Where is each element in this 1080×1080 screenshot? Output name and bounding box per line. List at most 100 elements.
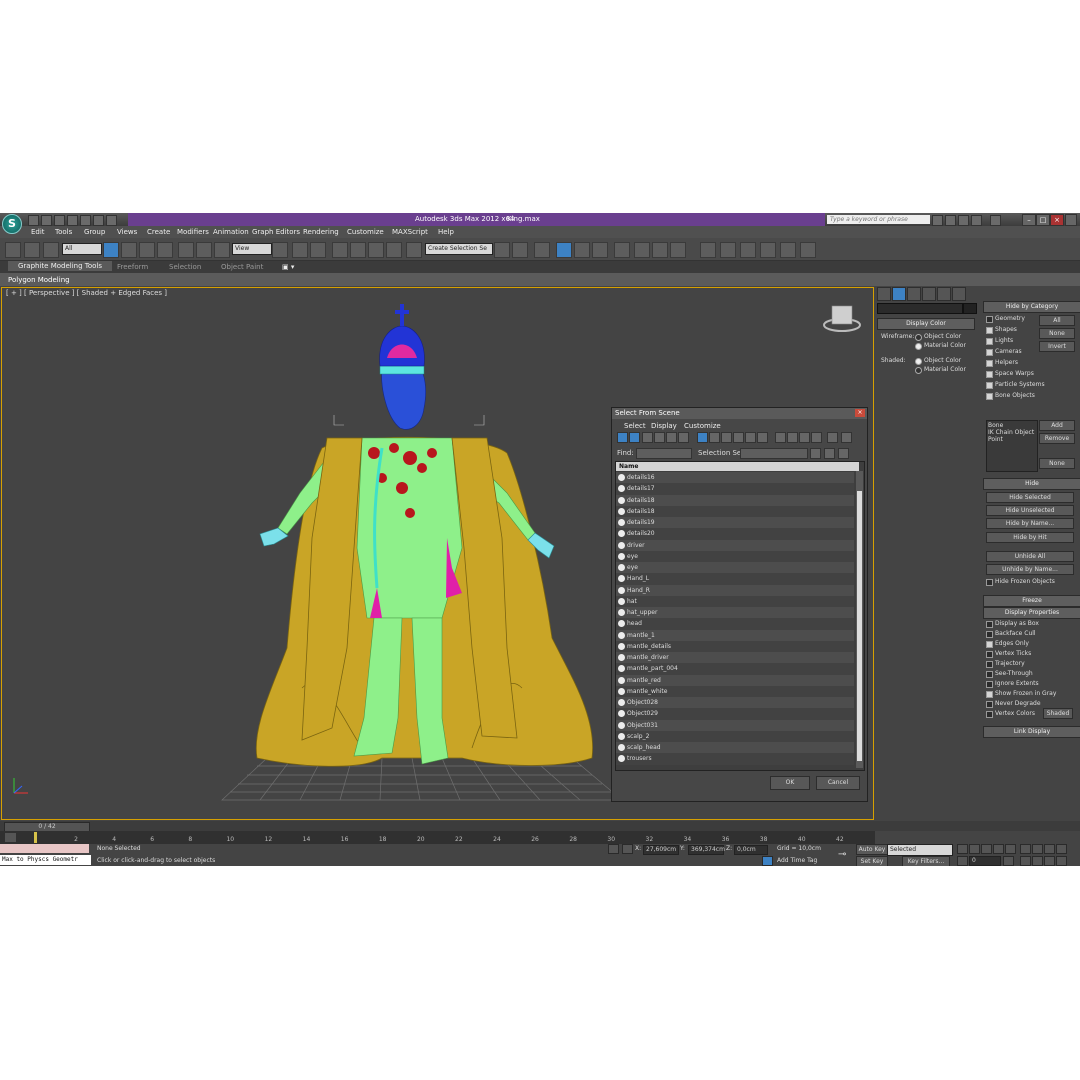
display-property-checkbox[interactable] [986, 691, 993, 698]
new-file-icon[interactable] [28, 215, 39, 226]
selection-filter-dropdown[interactable]: All [62, 243, 102, 255]
selection-set-add-icon[interactable] [824, 448, 835, 459]
favorites-icon[interactable] [971, 215, 982, 226]
auto-key-button[interactable]: Auto Key [856, 844, 888, 855]
time-slider[interactable]: 0 / 42 [0, 821, 1080, 832]
orbit-icon[interactable] [1044, 856, 1055, 866]
list-item[interactable]: scalp_head [616, 742, 854, 754]
subscription-icon[interactable] [945, 215, 956, 226]
maxscript-output[interactable]: Max to Physcs Geometr [0, 855, 91, 865]
category-checkbox[interactable] [986, 338, 993, 345]
list-item[interactable]: Hand_R [616, 584, 854, 596]
workspace-icon[interactable] [106, 215, 117, 226]
display-property-checkbox[interactable] [986, 621, 993, 628]
list-item[interactable]: mantle_white [616, 685, 854, 697]
list-item[interactable]: hat_upper [616, 607, 854, 619]
zoom-extents-all-icon[interactable] [1056, 844, 1067, 854]
list-item[interactable]: hat [616, 595, 854, 607]
dialog-menu-customize[interactable]: Customize [684, 422, 721, 430]
unhide-by-name-button[interactable]: Unhide by Name... [986, 564, 1074, 575]
list-item[interactable]: head [616, 618, 854, 630]
physx-icon-2[interactable] [720, 242, 736, 258]
physx-icon-4[interactable] [760, 242, 776, 258]
object-color-swatch[interactable] [963, 303, 977, 314]
menu-customize[interactable]: Customize [347, 228, 384, 236]
list-item[interactable]: Object028 [616, 697, 854, 709]
display-tab-icon[interactable] [937, 287, 951, 301]
list-item[interactable]: Object031 [616, 719, 854, 731]
hierarchy-tab-icon[interactable] [907, 287, 921, 301]
lock-selection-icon[interactable] [608, 844, 619, 854]
list-item[interactable]: mantle_driver [616, 652, 854, 664]
create-tab-icon[interactable] [877, 287, 891, 301]
previous-frame-icon[interactable] [969, 844, 980, 854]
category-none-list-button[interactable]: None [1039, 458, 1075, 469]
zoom-icon[interactable] [1020, 844, 1031, 854]
category-checkbox[interactable] [986, 316, 993, 323]
menu-create[interactable]: Create [147, 228, 170, 236]
pan-icon[interactable] [1032, 856, 1043, 866]
snap-toggle-icon[interactable] [332, 242, 348, 258]
list-item[interactable]: Object029 [616, 708, 854, 720]
display-xrefs-icon[interactable] [709, 432, 720, 443]
ok-button[interactable]: OK [770, 776, 810, 790]
key-filter-set-dropdown[interactable]: Selected [887, 844, 953, 856]
keyboard-shortcut-icon[interactable] [310, 242, 326, 258]
list-item[interactable]: Hand_L [616, 573, 854, 585]
display-lights-icon[interactable] [642, 432, 653, 443]
physx-icon-5[interactable] [780, 242, 796, 258]
display-property-checkbox[interactable] [986, 671, 993, 678]
align-icon[interactable] [512, 242, 528, 258]
display-frozen-icon[interactable] [745, 432, 756, 443]
bone-filter-item[interactable]: Point [988, 436, 1036, 443]
hide-selected-button[interactable]: Hide Selected [986, 492, 1074, 503]
maximize-button[interactable]: □ [1036, 214, 1050, 226]
display-cameras-icon[interactable] [654, 432, 665, 443]
category-checkbox[interactable] [986, 382, 993, 389]
display-geometry-icon[interactable] [617, 432, 628, 443]
schematic-view-icon[interactable] [592, 242, 608, 258]
minimize-button[interactable]: – [1022, 214, 1036, 226]
dialog-title-bar[interactable]: Select From Scene × [612, 408, 867, 419]
z-coordinate-field[interactable]: 0,0cm [734, 845, 768, 855]
next-frame-icon[interactable] [993, 844, 1004, 854]
menu-help[interactable]: Help [438, 228, 454, 236]
link-icon[interactable] [5, 242, 21, 258]
render-setup-icon[interactable] [634, 242, 650, 258]
display-property-checkbox[interactable] [986, 631, 993, 638]
edit-named-selection-icon[interactable] [406, 242, 422, 258]
selection-set-remove-icon[interactable] [838, 448, 849, 459]
menu-group[interactable]: Group [84, 228, 105, 236]
list-item[interactable]: mantle_details [616, 640, 854, 652]
hide-by-name-button[interactable]: Hide by Name... [986, 518, 1074, 529]
pivot-center-icon[interactable] [272, 242, 288, 258]
bind-spacewarp-icon[interactable] [43, 242, 59, 258]
category-add-button[interactable]: Add [1039, 420, 1075, 431]
goto-start-icon[interactable] [957, 844, 968, 854]
spinner-snap-icon[interactable] [386, 242, 402, 258]
display-groups-icon[interactable] [697, 432, 708, 443]
rollout-link-display[interactable]: Link Display [983, 726, 1080, 738]
select-object-icon[interactable] [103, 242, 119, 258]
list-item[interactable]: mantle_part_004 [616, 663, 854, 675]
move-icon[interactable] [178, 242, 194, 258]
time-config-icon[interactable] [1003, 856, 1014, 866]
display-property-checkbox[interactable] [986, 701, 993, 708]
undo-icon[interactable] [67, 215, 78, 226]
select-manipulate-icon[interactable] [292, 242, 308, 258]
category-none-button[interactable]: None [1039, 328, 1075, 339]
object-name-input[interactable] [877, 303, 963, 314]
shaded-material-color-radio[interactable] [915, 367, 922, 374]
list-item[interactable]: mantle_red [616, 674, 854, 686]
menu-views[interactable]: Views [117, 228, 137, 236]
dialog-close-icon[interactable]: × [855, 409, 865, 417]
list-item[interactable]: details16 [616, 472, 854, 484]
ribbon-options-icon[interactable]: ▣ ▾ [282, 263, 294, 271]
tab-object-paint[interactable]: Object Paint [221, 263, 263, 271]
dialog-menu-display[interactable]: Display [651, 422, 677, 430]
category-remove-button[interactable]: Remove [1039, 433, 1075, 444]
category-invert-button[interactable]: Invert [1039, 341, 1075, 352]
cancel-button[interactable]: Cancel [816, 776, 860, 790]
track-bar[interactable]: 2 4 6 8 10 12 14 16 18 20 22 24 26 28 30 32 34 36 38 40 42 [0, 831, 875, 844]
mirror-icon[interactable] [494, 242, 510, 258]
